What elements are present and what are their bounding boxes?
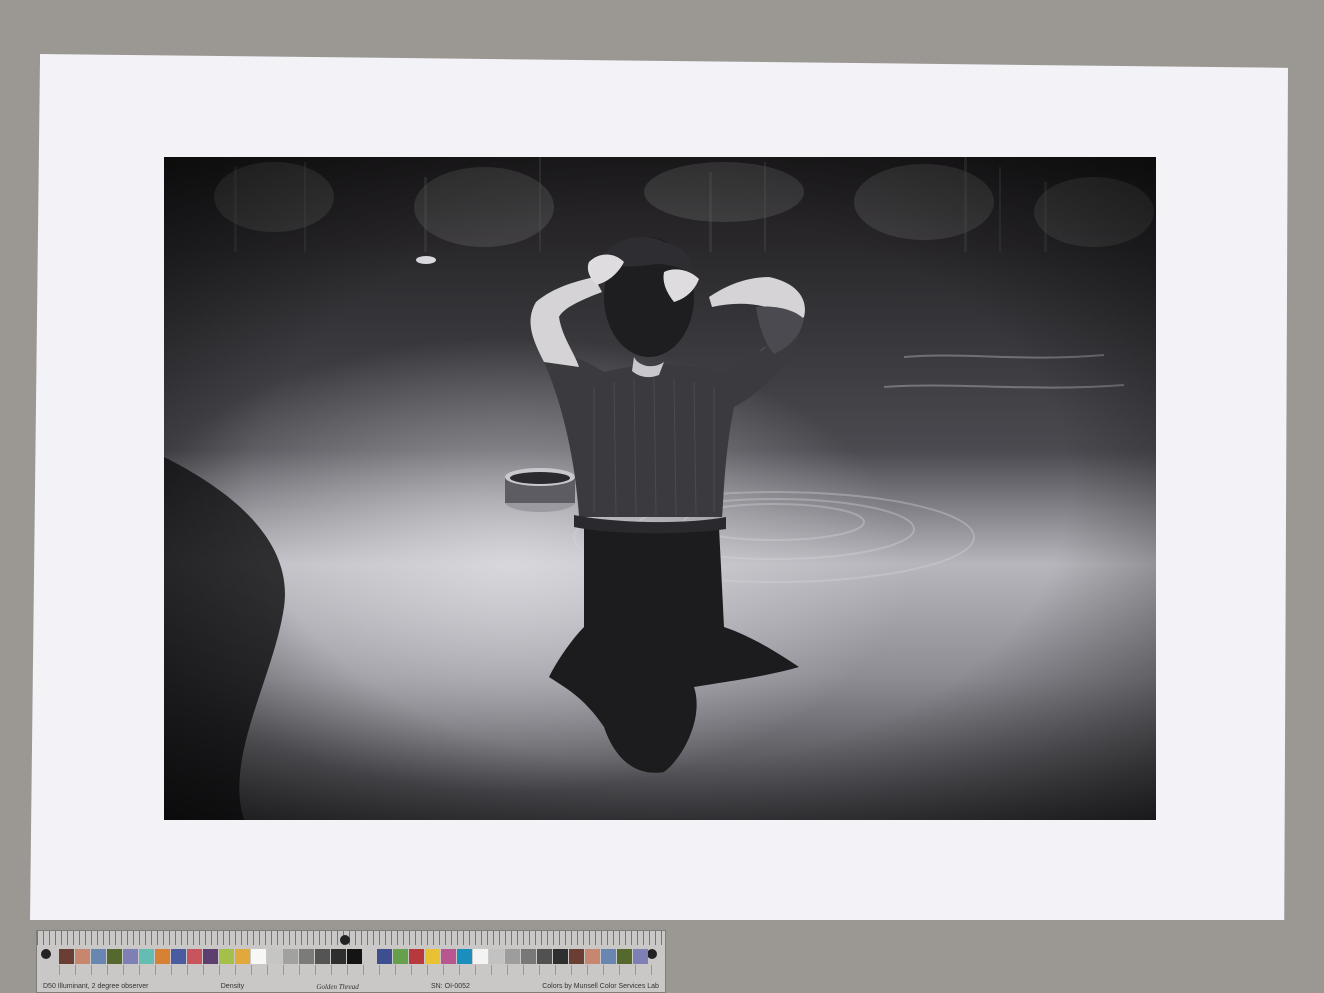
- color-patch: [235, 949, 250, 964]
- color-patch: [457, 949, 472, 964]
- color-patch: [123, 949, 138, 964]
- photograph: [164, 157, 1156, 820]
- color-patch: [441, 949, 456, 964]
- target-brand: Golden Thread: [316, 983, 359, 991]
- density-scale: [59, 965, 653, 975]
- target-ruler: [37, 931, 665, 945]
- target-labels: D50 Illuminant, 2 degree observer Densit…: [43, 983, 659, 991]
- target-registration-dot: [41, 949, 51, 959]
- target-label-credit: Colors by Munsell Color Services Lab: [542, 983, 659, 990]
- color-patch: [75, 949, 90, 964]
- color-patch: [171, 949, 186, 964]
- color-patch: [569, 949, 584, 964]
- color-patch: [505, 949, 520, 964]
- color-patch: [331, 949, 346, 964]
- color-patch: [139, 949, 154, 964]
- vignette: [164, 157, 1156, 820]
- color-patch: [91, 949, 106, 964]
- color-patch: [585, 949, 600, 964]
- color-patch: [537, 949, 552, 964]
- target-label-density: Density: [220, 983, 245, 990]
- color-patch: [203, 949, 218, 964]
- color-patch: [617, 949, 632, 964]
- target-registration-dot: [340, 935, 350, 945]
- color-patches-right: [377, 949, 648, 964]
- color-patch: [377, 949, 392, 964]
- target-registration-dot: [647, 949, 657, 959]
- color-patch: [393, 949, 408, 964]
- color-patch: [283, 949, 298, 964]
- color-patch: [425, 949, 440, 964]
- color-patch: [299, 949, 314, 964]
- color-patch: [409, 949, 424, 964]
- color-patch: [473, 949, 488, 964]
- color-patch: [553, 949, 568, 964]
- target-label-illuminant: D50 Illuminant, 2 degree observer: [43, 983, 149, 990]
- photograph-image: [164, 157, 1156, 820]
- color-patches: [59, 949, 362, 964]
- color-patch: [633, 949, 648, 964]
- target-serial: SN: OI-0052: [431, 983, 470, 990]
- color-patch: [315, 949, 330, 964]
- color-patch: [251, 949, 266, 964]
- color-patch: [521, 949, 536, 964]
- color-patch: [59, 949, 74, 964]
- color-patch: [489, 949, 504, 964]
- color-calibration-target: D50 Illuminant, 2 degree observer Densit…: [36, 930, 666, 993]
- color-patch: [347, 949, 362, 964]
- color-patch: [155, 949, 170, 964]
- color-patch: [219, 949, 234, 964]
- color-patch: [187, 949, 202, 964]
- color-patch: [601, 949, 616, 964]
- color-patch: [267, 949, 282, 964]
- color-patch: [107, 949, 122, 964]
